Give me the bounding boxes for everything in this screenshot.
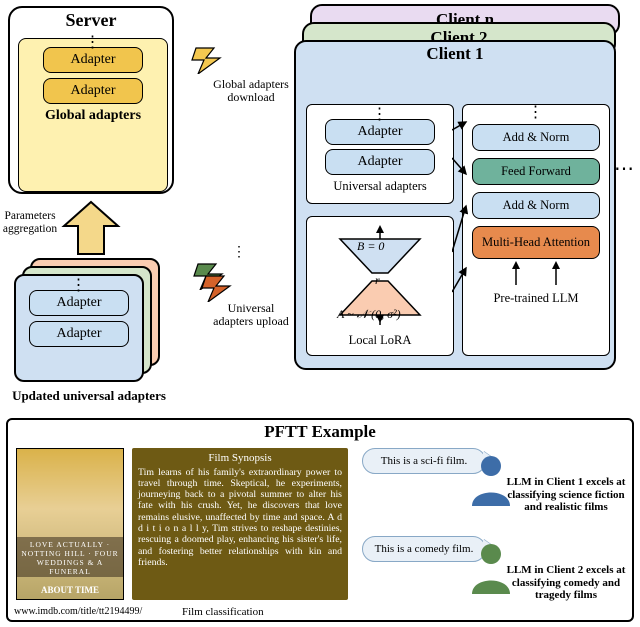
- feedforward-block: Feed Forward: [472, 158, 600, 185]
- universal-adapters-box: ⋮ Adapter Adapter Universal adapters: [306, 104, 454, 204]
- vdots-icon: ⋮: [19, 39, 167, 47]
- local-lora-label: Local LoRA: [307, 333, 453, 348]
- params-aggregation-label: Parameters aggregation: [2, 210, 58, 235]
- adapter-chip: Adapter: [43, 78, 143, 104]
- mha-block: Multi-Head Attention: [472, 226, 600, 259]
- addnorm-block: Add & Norm: [472, 124, 600, 151]
- server-panel: Server ⋮ Adapter Adapter Global adapters: [8, 6, 174, 194]
- updated-stack-front: ⋮ Adapter Adapter: [14, 274, 144, 382]
- client2-excel-text: LLM in Client 2 excels at classifying co…: [506, 564, 626, 602]
- vdots-icon: ⋮: [16, 282, 142, 290]
- adapter-chip: Adapter: [29, 321, 129, 347]
- poster-tagline: LOVE ACTUALLY · NOTTING HILL · FOUR WEDD…: [17, 537, 123, 577]
- pretrained-llm-box: ⋮ Add & Norm Feed Forward Add & Norm Mul…: [462, 104, 610, 356]
- connector-arrows-icon: [452, 112, 468, 342]
- poster-source-url: www.imdb.com/title/tt2194499/: [14, 606, 142, 617]
- vdots-icon: ⋮: [463, 109, 609, 117]
- universal-upload-label: Universal adapters upload: [212, 302, 290, 328]
- lora-r-label: r: [375, 273, 380, 288]
- lora-B-label: B = 0: [357, 239, 384, 254]
- client-1-panel: Client 1 ⋮ Adapter Adapter Universal ada…: [294, 40, 616, 370]
- aggregation-arrow-icon: [58, 200, 124, 258]
- updated-adapters-label: Updated universal adapters: [6, 388, 172, 404]
- local-lora-box: B = 0 r A ~ 𝒩 (0, σ²) Local LoRA: [306, 216, 454, 356]
- movie-poster: LOVE ACTUALLY · NOTTING HILL · FOUR WEDD…: [16, 448, 124, 600]
- lightning-bolt-icon: [200, 274, 234, 302]
- synopsis-head: Film Synopsis: [138, 452, 342, 465]
- film-classification-label: Film classification: [182, 606, 264, 618]
- addnorm-block: Add & Norm: [472, 192, 600, 219]
- synopsis-body: Tim learns of his family's extraordinary…: [138, 467, 342, 568]
- client1-excel-text: LLM in Client 1 excels at classifying sc…: [506, 476, 626, 514]
- vdots-icon: ⋮: [232, 244, 246, 261]
- client-1-title: Client 1: [296, 42, 614, 64]
- global-adapters-box: ⋮ Adapter Adapter Global adapters: [18, 38, 168, 192]
- poster-name: ABOUT TIME: [17, 585, 123, 595]
- input-arrows-icon: [472, 259, 600, 287]
- universal-adapters-label: Universal adapters: [307, 179, 453, 194]
- lightning-bolt-icon: [190, 46, 224, 74]
- example-title: PFTT Example: [8, 420, 632, 442]
- server-title: Server: [10, 8, 172, 33]
- lora-A-label: A ~ 𝒩 (0, σ²): [337, 307, 401, 322]
- adapter-chip: Adapter: [325, 149, 435, 175]
- film-synopsis-box: Film Synopsis Tim learns of his family's…: [132, 448, 348, 600]
- pftt-example-panel: PFTT Example LOVE ACTUALLY · NOTTING HIL…: [6, 418, 634, 622]
- global-adapters-label: Global adapters: [19, 108, 167, 124]
- vdots-icon: ⋮: [307, 111, 453, 119]
- pretrained-llm-label: Pre-trained LLM: [463, 291, 609, 306]
- hdots-icon: ⋯: [614, 156, 636, 181]
- global-download-label: Global adapters download: [212, 78, 290, 104]
